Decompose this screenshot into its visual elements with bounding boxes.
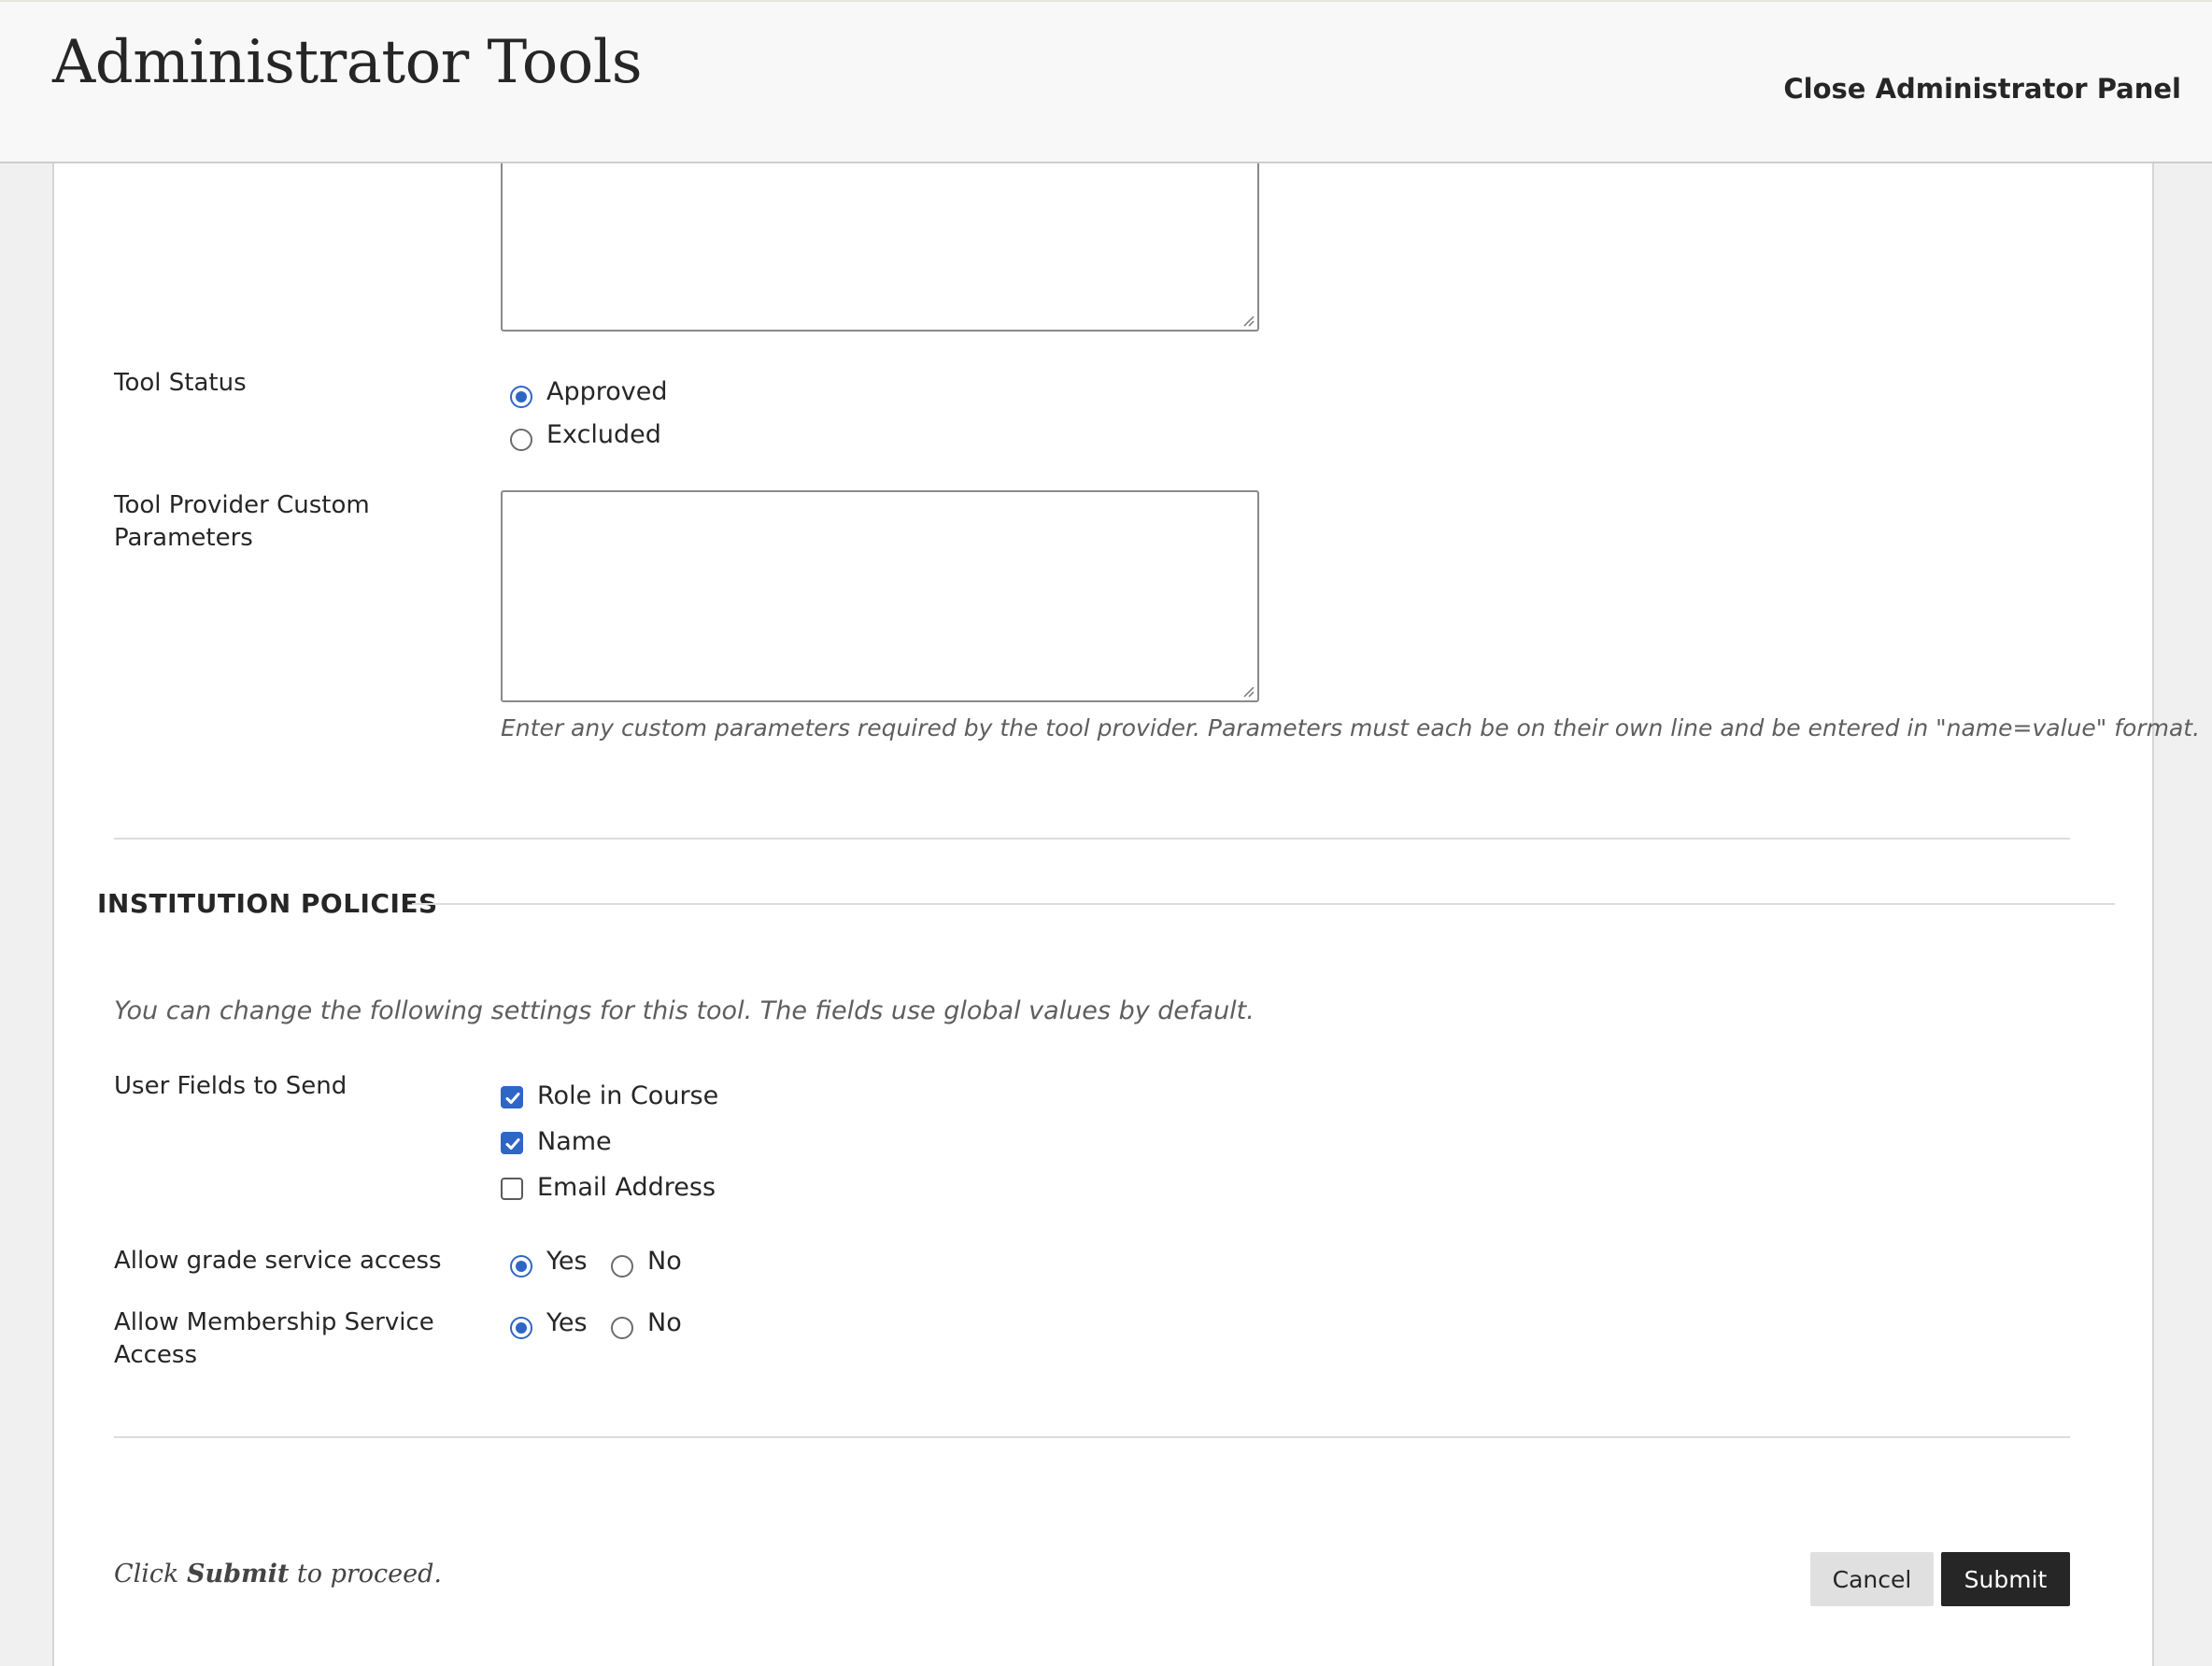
custom-params-help: Enter any custom parameters required by … <box>501 714 2201 741</box>
custom-params-label-line1: Tool Provider Custom <box>114 491 370 519</box>
admin-header: Administrator Tools Close Administrator … <box>0 0 2212 163</box>
tool-status-excluded-radio[interactable] <box>510 429 532 451</box>
membership-service-label-line1: Allow Membership Service <box>114 1308 434 1336</box>
membership-service-no-radio[interactable] <box>611 1317 633 1339</box>
institution-policies-heading: INSTITUTION POLICIES <box>97 888 438 919</box>
heading-rule <box>412 903 2115 905</box>
email-address-label[interactable]: Email Address <box>537 1172 716 1204</box>
section-divider <box>114 838 2070 840</box>
tool-status-approved-label[interactable]: Approved <box>546 376 668 408</box>
custom-params-label-line2: Parameters <box>114 524 253 552</box>
user-fields-label: User Fields to Send <box>114 1072 347 1100</box>
submit-button[interactable]: Submit <box>1941 1552 2070 1606</box>
close-admin-panel-link[interactable]: Close Administrator Panel <box>1783 73 2181 105</box>
page-title: Administrator Tools <box>52 28 643 97</box>
submit-instruction-prefix: Click <box>114 1560 179 1588</box>
submit-instruction-suffix: to proceed. <box>296 1560 443 1588</box>
grade-service-label: Allow grade service access <box>114 1247 442 1275</box>
email-address-checkbox[interactable] <box>501 1178 523 1200</box>
checkmark-icon <box>505 1138 520 1150</box>
name-label[interactable]: Name <box>537 1126 612 1158</box>
section-divider <box>114 1436 2070 1438</box>
membership-service-label-line2: Access <box>114 1341 198 1369</box>
tool-status-approved-radio[interactable] <box>510 386 532 408</box>
custom-params-label: Tool Provider Custom Parameters <box>114 489 370 555</box>
membership-service-yes-label[interactable]: Yes <box>546 1307 588 1339</box>
resize-grip-icon[interactable] <box>1241 314 1255 327</box>
membership-service-label: Allow Membership Service Access <box>114 1306 434 1372</box>
previous-textarea[interactable] <box>501 149 1259 332</box>
cancel-button[interactable]: Cancel <box>1810 1552 1934 1606</box>
membership-service-yes-radio[interactable] <box>510 1317 532 1339</box>
role-in-course-label[interactable]: Role in Course <box>537 1080 718 1112</box>
tool-status-excluded-label[interactable]: Excluded <box>546 419 661 451</box>
grade-service-no-label[interactable]: No <box>647 1246 682 1278</box>
grade-service-yes-label[interactable]: Yes <box>546 1246 588 1278</box>
name-checkbox[interactable] <box>501 1132 523 1154</box>
membership-service-no-label[interactable]: No <box>647 1307 682 1339</box>
submit-instruction-bold: Submit <box>187 1560 290 1588</box>
custom-params-textarea[interactable] <box>501 490 1259 702</box>
role-in-course-checkbox[interactable] <box>501 1086 523 1108</box>
grade-service-no-radio[interactable] <box>611 1255 633 1278</box>
grade-service-yes-radio[interactable] <box>510 1255 532 1278</box>
submit-instruction: Click Submit to proceed. <box>114 1560 442 1588</box>
checkmark-icon <box>505 1093 520 1104</box>
tool-status-label: Tool Status <box>114 369 247 397</box>
institution-policies-intro: You can change the following settings fo… <box>114 996 1255 1025</box>
resize-grip-icon[interactable] <box>1241 685 1255 698</box>
